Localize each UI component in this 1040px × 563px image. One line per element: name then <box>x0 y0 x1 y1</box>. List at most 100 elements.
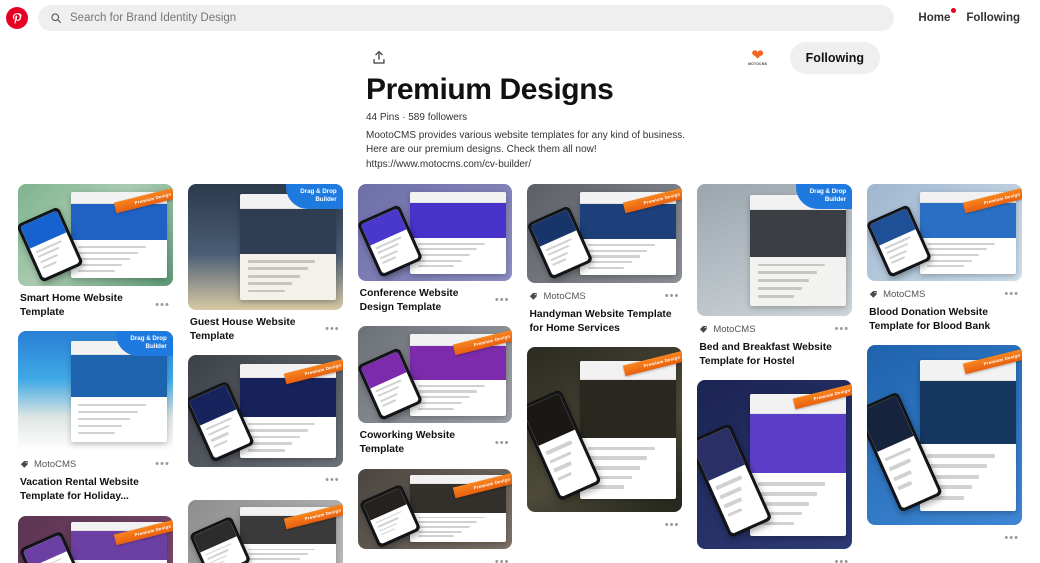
pin-card[interactable]: Premium Design ••• <box>527 347 683 533</box>
board-owner-avatar[interactable]: ❤ MOTOCMS <box>743 44 772 72</box>
pin-overflow-menu-button[interactable]: ••• <box>494 293 511 308</box>
pin-image[interactable]: Premium Design <box>697 380 853 550</box>
pin-attribution[interactable]: MotoCMS <box>20 459 76 470</box>
pin-overflow-menu-button[interactable]: ••• <box>494 436 511 451</box>
pin-meta: MotoCMS ••• Blood Donation Website Templat… <box>867 281 1022 333</box>
pin-image[interactable]: Premium Design <box>18 515 173 563</box>
pin-column: Conference Website Design Template ••• Pre… <box>357 184 513 563</box>
pin-overflow-menu-button[interactable]: ••• <box>1003 531 1020 546</box>
pin-card[interactable]: Premium Design Coworking Website Template… <box>357 326 513 456</box>
pin-image[interactable]: Premium Design <box>527 347 683 513</box>
pin-title: Handyman Website Template for Home Servi… <box>529 309 672 334</box>
pin-overflow-menu-button[interactable]: ••• <box>664 518 681 533</box>
pin-image[interactable]: Premium Design <box>357 468 513 549</box>
tag-icon <box>869 291 877 299</box>
tag-icon <box>20 461 28 469</box>
heart-icon: ❤ <box>751 47 764 64</box>
pin-attribution[interactable]: MotoCMS <box>529 291 586 303</box>
pin-meta: ••• <box>527 512 682 533</box>
pin-title: Bed and Breakfast Website Template for H… <box>699 342 832 367</box>
pin-image[interactable]: Premium Design <box>867 345 1022 526</box>
pin-meta-row: Conference Website Design Template ••• <box>360 287 511 314</box>
pin-image[interactable]: Premium Design <box>187 355 343 468</box>
search-input[interactable] <box>70 12 883 24</box>
pin-overflow-menu-button[interactable]: ••• <box>324 473 341 488</box>
pin-meta-row: ••• <box>869 531 1020 546</box>
pin-attribution-label: MotoCMS <box>713 324 756 336</box>
pin-title: Conference Website Design Template <box>359 288 459 313</box>
pin-meta-row: Guest House Website Template ••• <box>190 316 341 343</box>
pin-meta: ••• <box>358 549 513 563</box>
pin-card[interactable]: Premium Design MotoCMS ••• Blood Donation W… <box>867 184 1022 333</box>
pin-meta: MotoCMS ••• Bed and Breakfast Website Temp… <box>697 316 852 368</box>
nav-link-home[interactable]: Home <box>910 8 958 28</box>
pin-attribution-label: MotoCMS <box>543 291 586 303</box>
pin-card[interactable]: Drag & Drop Builder Guest House Website Te… <box>187 184 343 343</box>
pin-image[interactable]: Premium Design <box>187 500 343 563</box>
pin-meta: Guest House Website Template ••• <box>188 310 343 343</box>
pin-card[interactable]: Drag & Drop Builder MotoCMS ••• Bed and Brea… <box>697 184 853 368</box>
pin-meta: ••• <box>188 467 343 488</box>
pin-column: Drag & Drop Builder MotoCMS ••• Bed and Brea… <box>697 184 853 563</box>
badge-line-1: Drag & Drop <box>809 188 847 196</box>
pin-card[interactable]: Premium Design Smart Home Website Templat… <box>18 184 173 319</box>
pin-card[interactable]: Premium Design ••• <box>697 380 853 563</box>
header-link-group: Home Following <box>910 8 1028 28</box>
pin-meta: MotoCMS ••• Handyman Website Template for … <box>527 283 682 335</box>
tag-icon <box>530 293 538 301</box>
nav-link-following-label: Following <box>966 12 1020 24</box>
pin-meta-row: MotoCMS ••• <box>20 457 171 472</box>
pin-column: Premium Design Smart Home Website Templat… <box>18 184 173 563</box>
pin-meta: Conference Website Design Template ••• <box>358 281 513 314</box>
pin-artwork <box>867 345 1022 526</box>
pin-meta: Smart Home Website Template ••• <box>18 286 173 319</box>
pin-card[interactable]: Premium Design ••• <box>357 468 513 563</box>
pin-overflow-menu-button[interactable]: ••• <box>324 322 341 337</box>
badge-line-2: Builder <box>824 195 847 203</box>
pin-image[interactable] <box>357 184 513 282</box>
pin-card[interactable]: Premium Design••• <box>187 500 343 563</box>
pin-overflow-menu-button[interactable]: ••• <box>1003 287 1020 302</box>
pin-overflow-menu-button[interactable]: ••• <box>154 457 171 472</box>
pin-meta: Coworking Website Template ••• <box>358 423 513 456</box>
share-board-button[interactable] <box>366 44 392 70</box>
pinterest-logo[interactable] <box>6 7 28 29</box>
pin-image[interactable]: Premium Design <box>357 326 513 424</box>
pin-image[interactable]: Premium Design <box>867 184 1022 282</box>
pin-card[interactable]: Premium Design••• <box>18 515 173 563</box>
board-stats: 44 Pins · 589 followers <box>366 111 468 123</box>
pin-image[interactable]: Drag & Drop Builder <box>18 331 173 452</box>
pin-card[interactable]: Premium Design MotoCMS ••• Handyman Website… <box>527 184 683 335</box>
pin-overflow-menu-button[interactable]: ••• <box>154 298 171 313</box>
pin-masonry-grid: Premium Design Smart Home Website Templat… <box>0 184 1040 563</box>
board-title: Premium Designs <box>366 73 614 106</box>
nav-link-following[interactable]: Following <box>958 8 1028 28</box>
pin-overflow-menu-button[interactable]: ••• <box>494 555 511 563</box>
pin-attribution[interactable]: MotoCMS <box>699 324 756 336</box>
tag-icon <box>700 326 707 334</box>
search-bar[interactable] <box>38 5 895 31</box>
pin-column: Premium Design MotoCMS ••• Blood Donation W… <box>867 184 1022 546</box>
upload-icon <box>373 50 385 64</box>
pin-card[interactable]: Drag & Drop Builder MotoCMS ••• Vacation Ren… <box>18 331 173 503</box>
pin-title: Guest House Website Template <box>189 317 296 342</box>
pin-card[interactable]: Conference Website Design Template ••• <box>357 184 513 314</box>
follow-board-button[interactable]: Following <box>789 42 880 74</box>
pin-card[interactable]: Premium Design ••• <box>187 355 343 488</box>
board-header: ❤ MOTOCMS Following Premium Designs 44 P… <box>0 36 1040 172</box>
pin-overflow-menu-button[interactable]: ••• <box>834 555 851 563</box>
pin-overflow-menu-button[interactable]: ••• <box>664 289 681 304</box>
pin-card[interactable]: Premium Design ••• <box>867 345 1022 546</box>
pin-image[interactable]: Drag & Drop Builder <box>187 184 343 311</box>
pin-artwork <box>697 380 853 550</box>
pin-image[interactable]: Premium Design <box>18 184 173 287</box>
pin-image[interactable]: Premium Design <box>527 184 683 284</box>
pin-image[interactable]: Drag & Drop Builder <box>697 184 853 317</box>
pin-attribution[interactable]: MotoCMS <box>869 289 925 300</box>
pin-meta-row: MotoCMS ••• <box>529 289 680 304</box>
pin-overflow-menu-button[interactable]: ••• <box>834 322 851 337</box>
pin-meta: ••• <box>697 549 852 563</box>
pin-meta-row: ••• <box>529 518 680 533</box>
pin-meta-row: ••• <box>699 555 850 563</box>
pin-title: Vacation Rental Website Template for Hol… <box>20 477 139 503</box>
